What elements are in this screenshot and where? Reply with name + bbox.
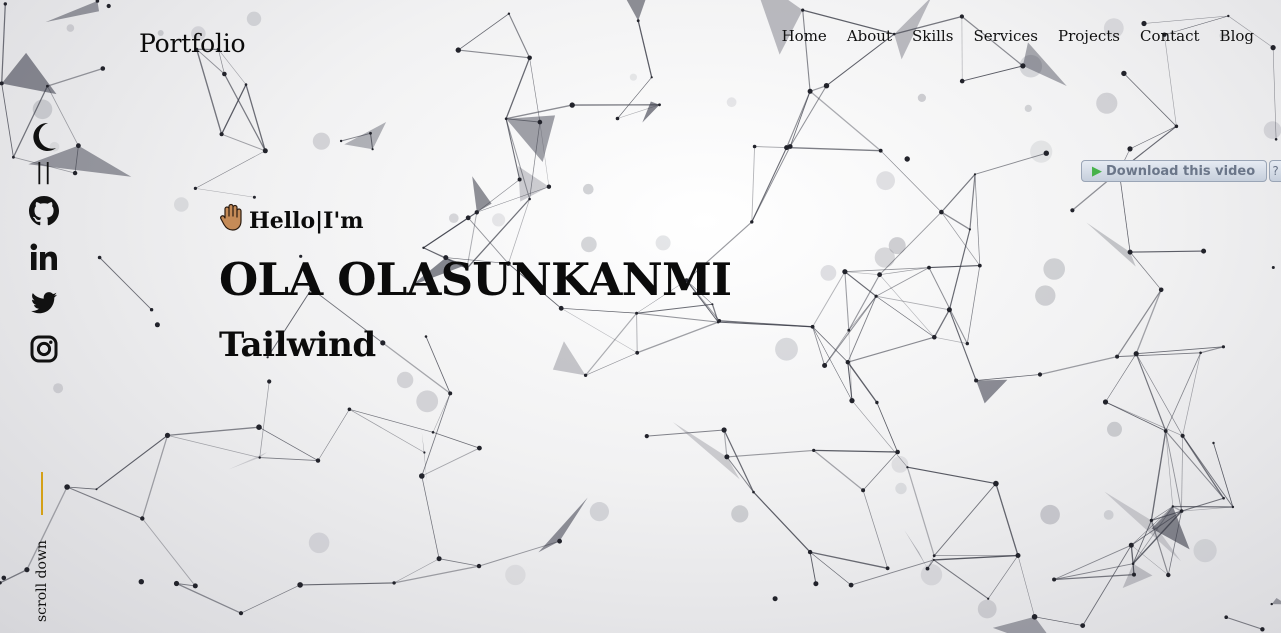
- nav-projects[interactable]: Projects: [1058, 26, 1120, 46]
- twitter-icon[interactable]: [27, 286, 61, 320]
- nav-contact[interactable]: Contact: [1140, 26, 1200, 46]
- nav-services[interactable]: Services: [973, 26, 1038, 46]
- help-button[interactable]: ?: [1269, 160, 1281, 182]
- moon-icon[interactable]: [27, 120, 61, 154]
- instagram-icon[interactable]: [27, 332, 61, 366]
- main-nav: Home About Skills Services Projects Cont…: [782, 26, 1254, 46]
- linkedin-icon[interactable]: [27, 240, 61, 274]
- download-video-button[interactable]: ▶ Download this video: [1081, 160, 1267, 182]
- hero-role: Tailwind: [219, 325, 376, 365]
- hero-name: OLA OLASUNKANMI: [219, 253, 732, 306]
- greeting-text: Hello|I'm: [249, 208, 364, 234]
- network-graph: [0, 0, 1281, 633]
- scroll-down-label[interactable]: scroll down: [33, 540, 51, 622]
- scroll-indicator-line: [41, 472, 43, 515]
- background-network-video: [0, 0, 1281, 633]
- download-video-label: Download this video: [1106, 163, 1256, 179]
- social-sidebar: ||: [27, 120, 61, 366]
- github-icon[interactable]: [27, 194, 61, 228]
- waving-hand-icon: [219, 203, 245, 239]
- hero-greeting: Hello|I'm: [219, 203, 363, 239]
- nav-about[interactable]: About: [847, 26, 892, 46]
- site-logo[interactable]: Portfolio: [139, 28, 246, 60]
- separator: ||: [35, 160, 53, 185]
- nav-home[interactable]: Home: [782, 26, 827, 46]
- nav-skills[interactable]: Skills: [912, 26, 953, 46]
- play-icon: ▶: [1092, 163, 1102, 179]
- nav-blog[interactable]: Blog: [1220, 26, 1254, 46]
